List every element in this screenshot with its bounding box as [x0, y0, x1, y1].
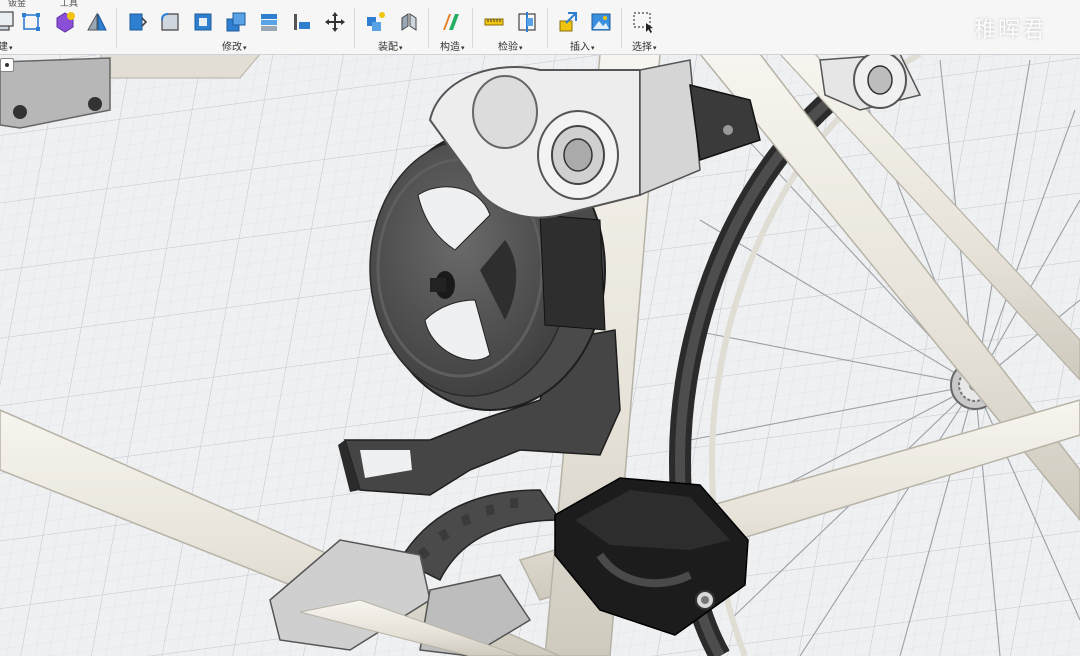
- toolbar-separator: [547, 8, 548, 48]
- toolbar-separator: [621, 8, 622, 48]
- offset-plane-icon[interactable]: [438, 9, 464, 35]
- 3d-viewport[interactable]: [0, 54, 1080, 656]
- sketch-icon[interactable]: [18, 9, 44, 35]
- insert-image-icon[interactable]: [588, 9, 614, 35]
- section-analysis-icon[interactable]: [514, 9, 540, 35]
- new-component-icon[interactable]: [362, 9, 388, 35]
- create-group-label[interactable]: 建▾: [0, 38, 13, 53]
- watermark: 稚晖君: [973, 18, 1046, 43]
- construct-group-label[interactable]: 构造▾: [440, 38, 465, 53]
- navigation-cube-button[interactable]: [0, 58, 14, 72]
- scale-icon[interactable]: [289, 9, 315, 35]
- component-icon[interactable]: [52, 9, 78, 35]
- measure-icon[interactable]: [481, 9, 507, 35]
- toolbar-separator: [116, 8, 117, 48]
- mirror-icon[interactable]: [84, 9, 110, 35]
- toolbar-separator: [472, 8, 473, 48]
- joint-icon[interactable]: [396, 9, 422, 35]
- modify-group-label[interactable]: 修改▾: [222, 38, 247, 53]
- align-icon[interactable]: [256, 9, 282, 35]
- select-window-icon[interactable]: [630, 9, 656, 35]
- tab-tools[interactable]: 工具: [60, 0, 78, 9]
- toolbar: 钣金 工具 建▾ 修改▾ 装配▾ 构造▾ 检验▾ 插入▾ 选择▾: [0, 0, 1080, 55]
- toolbar-separator: [428, 8, 429, 48]
- combine-icon[interactable]: [223, 9, 249, 35]
- inspect-group-label[interactable]: 检验▾: [498, 38, 523, 53]
- move-icon[interactable]: [322, 9, 348, 35]
- toolbar-separator: [354, 8, 355, 48]
- select-group-label[interactable]: 选择▾: [632, 38, 657, 53]
- assemble-group-label[interactable]: 装配▾: [378, 38, 403, 53]
- model-canvas[interactable]: [0, 54, 1080, 656]
- fillet-icon[interactable]: [157, 9, 183, 35]
- press-pull-icon[interactable]: [124, 9, 150, 35]
- extrude-icon[interactable]: [0, 9, 16, 35]
- insert-derive-icon[interactable]: [556, 9, 582, 35]
- insert-group-label[interactable]: 插入▾: [570, 38, 595, 53]
- shell-icon[interactable]: [190, 9, 216, 35]
- tab-sheet-metal[interactable]: 钣金: [8, 0, 26, 9]
